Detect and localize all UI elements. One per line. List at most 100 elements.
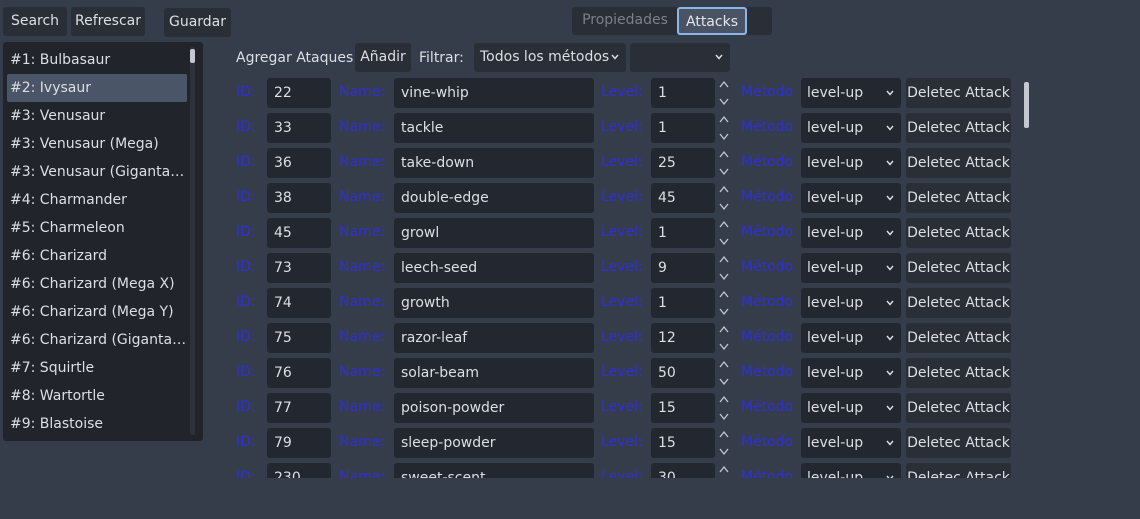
attack-method-dropdown[interactable]: level-up bbox=[801, 463, 901, 478]
attack-method-dropdown[interactable]: level-up bbox=[801, 288, 901, 318]
attack-method-dropdown[interactable]: level-up bbox=[801, 218, 901, 248]
attack-id-field[interactable]: 79 bbox=[267, 428, 331, 458]
attack-id-field[interactable]: 75 bbox=[267, 323, 331, 353]
attack-level-field[interactable]: 1 bbox=[651, 218, 715, 248]
level-spinner-icon[interactable] bbox=[718, 148, 730, 178]
refresh-button[interactable]: Refrescar bbox=[71, 7, 145, 36]
attack-level-field[interactable]: 1 bbox=[651, 113, 715, 143]
attack-level-field[interactable]: 12 bbox=[651, 323, 715, 353]
delete-attack-button[interactable]: Deletec Attack bbox=[906, 428, 1011, 458]
attack-level-field[interactable]: 45 bbox=[651, 183, 715, 213]
save-button[interactable]: Guardar bbox=[164, 8, 231, 37]
tab-attacks[interactable]: Attacks bbox=[677, 7, 747, 35]
pokemon-list-item[interactable]: #7: Squirtle bbox=[7, 354, 187, 382]
attack-level-field[interactable]: 15 bbox=[651, 428, 715, 458]
attack-level-field[interactable]: 15 bbox=[651, 393, 715, 423]
delete-attack-button[interactable]: Deletec Attack bbox=[906, 288, 1011, 318]
secondary-filter-dropdown[interactable] bbox=[630, 43, 730, 72]
delete-attack-button[interactable]: Deletec Attack bbox=[906, 253, 1011, 283]
attack-method-dropdown[interactable]: level-up bbox=[801, 358, 901, 388]
pokemon-list-item[interactable]: #5: Charmeleon bbox=[7, 214, 187, 242]
attack-method-dropdown[interactable]: level-up bbox=[801, 113, 901, 143]
attack-id-field[interactable]: 76 bbox=[267, 358, 331, 388]
tab-properties[interactable]: Propiedades bbox=[574, 7, 676, 35]
pokemon-list-item[interactable]: #9: Blastoise bbox=[7, 410, 187, 438]
attack-id-field[interactable]: 36 bbox=[267, 148, 331, 178]
attack-id-field[interactable]: 73 bbox=[267, 253, 331, 283]
attack-name-field[interactable]: razor-leaf bbox=[394, 323, 594, 353]
pokemon-list-item[interactable]: #1: Bulbasaur bbox=[7, 46, 187, 74]
level-spinner-icon[interactable] bbox=[718, 253, 730, 283]
level-spinner-icon[interactable] bbox=[718, 218, 730, 248]
attack-name-field[interactable]: leech-seed bbox=[394, 253, 594, 283]
level-spinner-icon[interactable] bbox=[718, 463, 730, 478]
pokemon-list[interactable]: #1: Bulbasaur #2: Ivysaur #3: Venusaur #3: … bbox=[3, 42, 203, 441]
attack-id-field[interactable]: 38 bbox=[267, 183, 331, 213]
add-attack-button[interactable]: Añadir bbox=[355, 43, 411, 72]
attack-method-dropdown[interactable]: level-up bbox=[801, 148, 901, 178]
level-spinner-icon[interactable] bbox=[718, 428, 730, 458]
attacks-scrollbar[interactable] bbox=[1024, 82, 1029, 476]
attack-name-field[interactable]: solar-beam bbox=[394, 358, 594, 388]
delete-attack-button[interactable]: Deletec Attack bbox=[906, 183, 1011, 213]
attack-name-field[interactable]: take-down bbox=[394, 148, 594, 178]
attack-level-field[interactable]: 30 bbox=[651, 463, 715, 478]
attack-method-dropdown[interactable]: level-up bbox=[801, 428, 901, 458]
pokemon-list-item[interactable]: #3: Venusaur (Gigantamax) bbox=[7, 158, 187, 186]
attack-level-field[interactable]: 25 bbox=[651, 148, 715, 178]
attack-name-field[interactable]: sleep-powder bbox=[394, 428, 594, 458]
delete-attack-button[interactable]: Deletec Attack bbox=[906, 323, 1011, 353]
level-spinner-icon[interactable] bbox=[718, 183, 730, 213]
delete-attack-button[interactable]: Deletec Attack bbox=[906, 463, 1011, 478]
attack-level-field[interactable]: 1 bbox=[651, 288, 715, 318]
attack-method-dropdown[interactable]: level-up bbox=[801, 323, 901, 353]
attack-method-dropdown[interactable]: level-up bbox=[801, 183, 901, 213]
pokemon-list-item[interactable]: #6: Charizard (Mega X) bbox=[7, 270, 187, 298]
attack-method-dropdown[interactable]: level-up bbox=[801, 253, 901, 283]
attack-id-field[interactable]: 22 bbox=[267, 78, 331, 108]
pokemon-list-item[interactable]: #4: Charmander bbox=[7, 186, 187, 214]
pokemon-list-item[interactable]: #6: Charizard (Gigantamax) bbox=[7, 326, 187, 354]
level-spinner-icon[interactable] bbox=[718, 288, 730, 318]
search-button[interactable]: Search bbox=[3, 7, 67, 36]
level-spinner-icon[interactable] bbox=[718, 393, 730, 423]
delete-attack-button[interactable]: Deletec Attack bbox=[906, 218, 1011, 248]
level-spinner-icon[interactable] bbox=[718, 358, 730, 388]
delete-attack-button[interactable]: Deletec Attack bbox=[906, 358, 1011, 388]
pokemon-list-item[interactable]: #3: Venusaur bbox=[7, 102, 187, 130]
pokemon-list-item[interactable]: #3: Venusaur (Mega) bbox=[7, 130, 187, 158]
level-spinner-icon[interactable] bbox=[718, 323, 730, 353]
level-spinner-icon[interactable] bbox=[718, 113, 730, 143]
attack-id-field[interactable]: 77 bbox=[267, 393, 331, 423]
attack-name-field[interactable]: poison-powder bbox=[394, 393, 594, 423]
attack-name-field[interactable]: tackle bbox=[394, 113, 594, 143]
delete-attack-button[interactable]: Deletec Attack bbox=[906, 78, 1011, 108]
pokemon-list-item[interactable]: #8: Wartortle bbox=[7, 382, 187, 410]
delete-attack-button[interactable]: Deletec Attack bbox=[906, 148, 1011, 178]
attack-level-field[interactable]: 50 bbox=[651, 358, 715, 388]
attack-name-field[interactable]: growth bbox=[394, 288, 594, 318]
attack-method-dropdown[interactable]: level-up bbox=[801, 78, 901, 108]
attack-level-field[interactable]: 1 bbox=[651, 78, 715, 108]
attacks-scroll-thumb[interactable] bbox=[1024, 82, 1029, 128]
pokemon-list-item[interactable]: #6: Charizard (Mega Y) bbox=[7, 298, 187, 326]
attack-id-field[interactable]: 33 bbox=[267, 113, 331, 143]
attack-id-field[interactable]: 74 bbox=[267, 288, 331, 318]
delete-attack-button[interactable]: Deletec Attack bbox=[906, 113, 1011, 143]
attacks-list[interactable]: ID: 22 Name: vine-whip Level: 1 Método level-up… bbox=[230, 77, 1030, 478]
pokemon-list-scrollbar[interactable] bbox=[190, 47, 195, 435]
method-filter-dropdown[interactable]: Todos los métodos bbox=[474, 43, 626, 72]
pokemon-list-item[interactable]: #6: Charizard bbox=[7, 242, 187, 270]
attack-name-field[interactable]: growl bbox=[394, 218, 594, 248]
attack-id-field[interactable]: 45 bbox=[267, 218, 331, 248]
delete-attack-button[interactable]: Deletec Attack bbox=[906, 393, 1011, 423]
pokemon-list-scroll-thumb[interactable] bbox=[190, 49, 195, 63]
attack-name-field[interactable]: vine-whip bbox=[394, 78, 594, 108]
level-spinner-icon[interactable] bbox=[718, 78, 730, 108]
attack-id-field[interactable]: 230 bbox=[267, 463, 331, 478]
attack-name-field[interactable]: double-edge bbox=[394, 183, 594, 213]
attack-name-field[interactable]: sweet-scent bbox=[394, 463, 594, 478]
attack-method-dropdown[interactable]: level-up bbox=[801, 393, 901, 423]
attack-level-field[interactable]: 9 bbox=[651, 253, 715, 283]
pokemon-list-item[interactable]: #2: Ivysaur bbox=[7, 74, 187, 102]
